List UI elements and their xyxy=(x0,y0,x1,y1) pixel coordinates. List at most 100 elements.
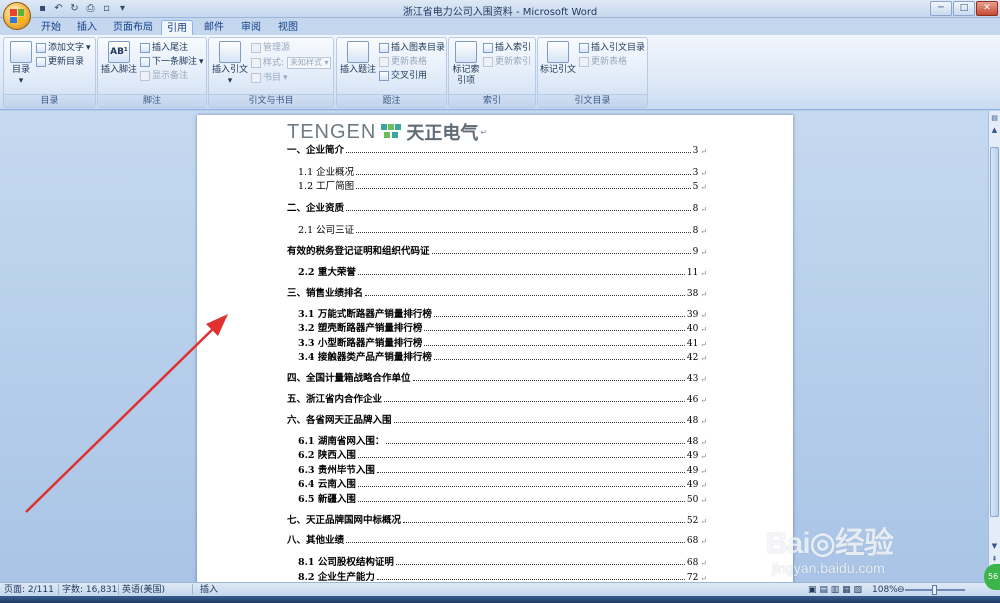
toc-entry[interactable]: 3.1 万能式断路器产销量排行榜 39 ↵ xyxy=(298,307,707,320)
toc-entry-title: 四、全国计量箱战略合作单位 xyxy=(287,373,411,384)
toc-entry-page: 43 xyxy=(686,374,699,384)
page-indicator[interactable]: 页面: 2/111 xyxy=(4,584,54,596)
update-toa-button[interactable]: 更新表格 xyxy=(579,56,627,68)
toc-entry[interactable]: 2.1 公司三证 8 ↵ xyxy=(298,223,707,236)
paragraph-mark: ↵ xyxy=(700,340,707,349)
zoom-slider-knob[interactable] xyxy=(932,585,937,595)
add-text-button[interactable]: 添加文字 ▾ xyxy=(36,42,91,54)
zoom-level[interactable]: 108% xyxy=(872,584,898,596)
toc-entry[interactable]: 五、浙江省内合作企业 46 ↵ xyxy=(287,392,707,405)
view-buttons[interactable]: ▣ ▤ ▥ ▦ ▧ xyxy=(808,584,862,596)
manage-sources-button[interactable]: 管理源 xyxy=(251,42,290,54)
office-button[interactable] xyxy=(3,2,31,30)
toc-entry[interactable]: 8.2 企业生产能力 72 ↵ xyxy=(298,570,707,582)
citation-icon xyxy=(219,41,241,63)
toc-leader-dots xyxy=(393,422,685,423)
mark-entry-button[interactable]: 标记索引项 xyxy=(451,41,481,87)
toc-entry[interactable]: 六、各省网天正品牌入围 48 ↵ xyxy=(287,413,707,426)
bibliography-button[interactable]: 书目 ▾ xyxy=(251,72,288,84)
toc-entry[interactable]: 3.4 接触器类产品产销量排行榜 42 ↵ xyxy=(298,350,707,363)
minimize-button[interactable]: ─ xyxy=(930,1,952,16)
toc-entry[interactable]: 1.2 工厂简图 5 ↵ xyxy=(298,179,707,192)
paragraph-mark: ↵ xyxy=(480,127,488,137)
tab-insert[interactable]: 插入 xyxy=(72,20,102,35)
toc-entry[interactable]: 3.2 塑壳断路器产销量排行榜 40 ↵ xyxy=(298,321,707,334)
toc-entry[interactable]: 二、企业资质 8 ↵ xyxy=(287,201,707,214)
toc-entry-page: 11 xyxy=(686,268,699,278)
toc-entry[interactable]: 一、企业简介 3 ↵ xyxy=(287,143,707,156)
toc-entry[interactable]: 6.4 云南入围 49 ↵ xyxy=(298,477,707,490)
tab-references[interactable]: 引用 xyxy=(161,20,193,35)
tab-mailings[interactable]: 邮件 xyxy=(199,20,229,35)
insert-citation-button[interactable]: 插入引文 ▾ xyxy=(211,41,249,87)
insert-citation-label: 插入引文 xyxy=(211,65,248,75)
toc-entry-page: 46 xyxy=(686,395,699,405)
insert-toa-button[interactable]: 插入引文目录 xyxy=(579,42,645,54)
paragraph-mark: ↵ xyxy=(700,467,707,476)
tengen-logo: TENGEN 天正电气 ↵ xyxy=(287,121,488,145)
insert-endnote-label: 插入尾注 xyxy=(152,43,189,53)
document-page[interactable]: TENGEN 天正电气 ↵ 一、企业简介 3 ↵ 1.1 企业概况 3 ↵ 1.2 工厂简图… xyxy=(197,115,793,582)
toc-entry[interactable]: 3.3 小型断路器产销量排行榜 41 ↵ xyxy=(298,336,707,349)
toc-leader-dots xyxy=(365,295,685,296)
toc-entry-title: 七、天正品牌国网中标概况 xyxy=(287,515,402,526)
scroll-down-icon[interactable]: ▼ xyxy=(990,541,999,551)
citation-group-label: 引文与书目 xyxy=(209,94,333,107)
toc-entry-title: 五、浙江省内合作企业 xyxy=(287,394,383,405)
scrollbar-thumb[interactable] xyxy=(990,147,999,517)
scroll-up-icon[interactable]: ▲ xyxy=(990,125,999,135)
toc-entry[interactable]: 8.1 公司股权结构证明 68 ↵ xyxy=(298,555,707,568)
insert-caption-button[interactable]: 插入题注 xyxy=(339,41,377,76)
mark-citation-button[interactable]: 标记引文 xyxy=(540,41,576,76)
vertical-scrollbar[interactable]: ▤ ▲ ▼ ⇞ ⇟ xyxy=(988,111,1000,582)
next-footnote-button[interactable]: 下一条脚注 ▾ xyxy=(140,56,204,68)
show-notes-button[interactable]: 显示备注 xyxy=(140,70,188,82)
paragraph-mark: ↵ xyxy=(700,496,707,505)
toc-entry[interactable]: 八、其他业绩 68 ↵ xyxy=(287,533,707,546)
insert-footnote-button[interactable]: AB¹ 插入脚注 xyxy=(101,41,137,76)
tab-review[interactable]: 审阅 xyxy=(236,20,266,35)
ruler-toggle-icon[interactable]: ▤ xyxy=(990,113,999,123)
maximize-button[interactable]: □ xyxy=(953,1,975,16)
toc-entry[interactable]: 6.5 新疆入围 50 ↵ xyxy=(298,492,707,505)
tab-home[interactable]: 开始 xyxy=(36,20,66,35)
insert-index-button[interactable]: 插入索引 xyxy=(483,42,531,54)
toc-leader-dots xyxy=(412,380,685,381)
zoom-out-icon[interactable]: ⊖ xyxy=(897,584,905,596)
insert-footnote-label: 插入脚注 xyxy=(101,65,138,75)
toc-entry-page: 3 xyxy=(692,168,699,178)
update-table-button[interactable]: 更新表格 xyxy=(379,56,427,68)
toc-entry[interactable]: 四、全国计量箱战略合作单位 43 ↵ xyxy=(287,371,707,384)
insert-endnote-button[interactable]: 插入尾注 xyxy=(140,42,188,54)
toc-entry[interactable]: 三、销售业绩排名 38 ↵ xyxy=(287,286,707,299)
paragraph-mark: ↵ xyxy=(700,169,707,178)
word-count[interactable]: 字数: 16,831 xyxy=(62,584,117,596)
toc-entry-title: 6.1 湖南省网入围： xyxy=(298,436,385,447)
toc-entry[interactable]: 6.3 贵州毕节入围 49 ↵ xyxy=(298,463,707,476)
update-toc-button[interactable]: 更新目录 xyxy=(36,56,84,68)
cross-reference-button[interactable]: 交叉引用 xyxy=(379,70,427,82)
manage-sources-icon xyxy=(251,43,261,53)
toc-entry[interactable]: 有效的税务登记证明和组织代码证 9 ↵ xyxy=(287,244,707,257)
toc-entry[interactable]: 2.2 重大荣誉 11 ↵ xyxy=(298,265,707,278)
toc-leader-dots xyxy=(376,579,685,580)
tab-view[interactable]: 视图 xyxy=(273,20,303,35)
document-area[interactable]: TENGEN 天正电气 ↵ 一、企业简介 3 ↵ 1.1 企业概况 3 ↵ 1.2 工厂简图… xyxy=(0,111,988,582)
style-select-value: 未知样式 xyxy=(290,58,322,67)
toc-entry[interactable]: 6.1 湖南省网入围： 48 ↵ xyxy=(298,434,707,447)
style-select[interactable]: 未知样式 ▾ xyxy=(287,57,331,69)
paragraph-mark: ↵ xyxy=(700,248,707,257)
toc-entry[interactable]: 1.1 企业概况 3 ↵ xyxy=(298,165,707,178)
toc-entry[interactable]: 6.2 陕西入围 49 ↵ xyxy=(298,448,707,461)
toc-button[interactable]: 目录 ▾ xyxy=(7,41,35,87)
insert-mode-indicator[interactable]: 插入 xyxy=(200,584,218,596)
insert-index-icon xyxy=(483,43,493,53)
tab-page-layout[interactable]: 页面布局 xyxy=(110,20,156,35)
toc-entry[interactable]: 七、天正品牌国网中标概况 52 ↵ xyxy=(287,513,707,526)
prev-page-icon[interactable]: ⇞ xyxy=(990,554,999,564)
language-indicator[interactable]: 英语(美国) xyxy=(122,584,165,596)
close-button[interactable]: ✕ xyxy=(976,1,998,16)
update-index-button[interactable]: 更新索引 xyxy=(483,56,531,68)
insert-table-of-figures-button[interactable]: 插入图表目录 xyxy=(379,42,445,54)
toc-leader-dots xyxy=(346,542,685,543)
